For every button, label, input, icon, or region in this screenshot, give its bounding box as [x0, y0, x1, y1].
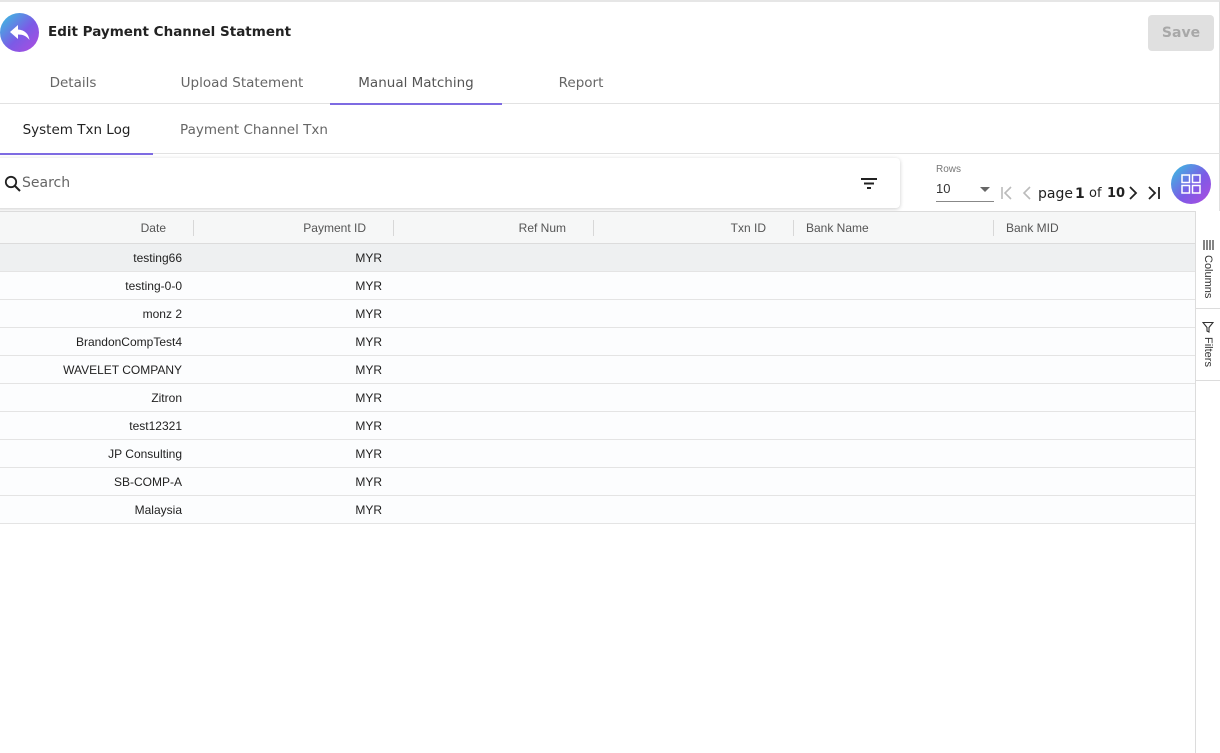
table-row[interactable]: JP Consulting MYR	[0, 440, 1195, 468]
filters-label: Filters	[1202, 337, 1214, 367]
table-row[interactable]: testing-0-0 MYR	[0, 272, 1195, 300]
data-grid: Date Payment ID Ref Num Txn ID Bank Name…	[0, 211, 1195, 753]
table-row[interactable]: monz 2 MYR	[0, 300, 1195, 328]
cell-payment-id: MYR	[355, 362, 382, 377]
table-row[interactable]: SB-COMP-A MYR	[0, 468, 1195, 496]
cell-payment-id: MYR	[355, 474, 382, 489]
rows-per-page-value: 10	[936, 181, 951, 196]
search-bar	[0, 158, 900, 208]
chevron-down-icon	[980, 187, 990, 192]
cell-date: Zitron	[151, 390, 182, 405]
prev-page-icon[interactable]	[1019, 185, 1035, 201]
column-divider	[993, 220, 994, 236]
filters-icon	[1202, 321, 1214, 333]
table-row[interactable]: BrandonCompTest4 MYR	[0, 328, 1195, 356]
cell-payment-id: MYR	[355, 306, 382, 321]
side-panel: Columns Filters	[1195, 211, 1220, 753]
grid-view-button[interactable]	[1171, 164, 1211, 204]
column-header-bank-mid[interactable]: Bank MID	[1006, 212, 1186, 244]
save-button[interactable]: Save	[1148, 15, 1214, 51]
back-button[interactable]	[0, 13, 39, 52]
cell-payment-id: MYR	[355, 250, 382, 265]
last-page-icon[interactable]	[1146, 185, 1162, 201]
app-window: Edit Payment Channel Statment Save Detai…	[0, 0, 1220, 753]
sub-tabs: System Txn Log Payment Channel Txn	[0, 105, 1220, 155]
of-word: of	[1089, 186, 1102, 201]
columns-panel-button[interactable]: Columns	[1196, 229, 1220, 309]
tab-details[interactable]: Details	[22, 62, 124, 104]
first-page-icon[interactable]	[999, 185, 1015, 201]
cell-date: testing-0-0	[125, 278, 182, 293]
columns-icon	[1203, 240, 1214, 250]
cell-payment-id: MYR	[355, 446, 382, 461]
columns-label: Columns	[1202, 255, 1214, 299]
tab-upload-statement[interactable]: Upload Statement	[170, 62, 314, 104]
table-row[interactable]: WAVELET COMPANY MYR	[0, 356, 1195, 384]
cell-date: SB-COMP-A	[113, 474, 182, 489]
cell-payment-id: MYR	[355, 418, 382, 433]
cell-date: testing66	[133, 250, 182, 265]
back-arrow-icon	[9, 24, 29, 40]
table-row[interactable]: Zitron MYR	[0, 384, 1195, 412]
cell-date: BrandonCompTest4	[75, 334, 182, 349]
column-header-bank-name[interactable]: Bank Name	[806, 212, 986, 244]
cell-date: WAVELET COMPANY	[63, 362, 182, 377]
page-title: Edit Payment Channel Statment	[48, 24, 292, 40]
cell-date: Malaysia	[134, 502, 182, 517]
current-page: 1	[1075, 186, 1085, 202]
header: Edit Payment Channel Statment Save	[0, 2, 1220, 62]
tab-manual-matching[interactable]: Manual Matching	[330, 62, 502, 105]
column-header-ref-num[interactable]: Ref Num	[394, 212, 566, 244]
cell-date: JP Consulting	[108, 446, 182, 461]
column-header-payment-id[interactable]: Payment ID	[194, 212, 366, 244]
cell-payment-id: MYR	[355, 502, 382, 517]
page-word: page	[1038, 186, 1073, 202]
column-header-txn-id[interactable]: Txn ID	[594, 212, 766, 244]
table-row[interactable]: Malaysia MYR	[0, 496, 1195, 524]
grid-body: testing66 MYR testing-0-0 MYR monz 2 MYR…	[0, 244, 1195, 524]
filters-panel-button[interactable]: Filters	[1196, 309, 1220, 381]
next-page-icon[interactable]	[1126, 185, 1140, 201]
column-header-date[interactable]: Date	[0, 212, 166, 244]
grid-view-icon	[1181, 174, 1201, 194]
search-icon	[4, 175, 21, 192]
grid-header: Date Payment ID Ref Num Txn ID Bank Name…	[0, 212, 1195, 244]
cell-payment-id: MYR	[355, 390, 382, 405]
table-row[interactable]: test12321 MYR	[0, 412, 1195, 440]
cell-payment-id: MYR	[355, 278, 382, 293]
main-tabs: Details Upload Statement Manual Matching…	[0, 62, 1220, 105]
cell-payment-id: MYR	[355, 334, 382, 349]
cell-date: monz 2	[142, 306, 182, 321]
table-row[interactable]: testing66 MYR	[0, 244, 1195, 272]
subtab-system-txn-log[interactable]: System Txn Log	[0, 105, 153, 155]
cell-date: test12321	[129, 418, 182, 433]
total-pages: 10	[1107, 186, 1126, 201]
subtab-payment-channel-txn[interactable]: Payment Channel Txn	[166, 105, 342, 154]
rows-per-page-select[interactable]: 10	[936, 178, 994, 202]
column-divider	[793, 220, 794, 236]
tab-report[interactable]: Report	[540, 62, 622, 104]
search-input[interactable]	[22, 170, 822, 196]
rows-label: Rows	[936, 164, 962, 175]
filter-icon[interactable]	[860, 175, 878, 191]
